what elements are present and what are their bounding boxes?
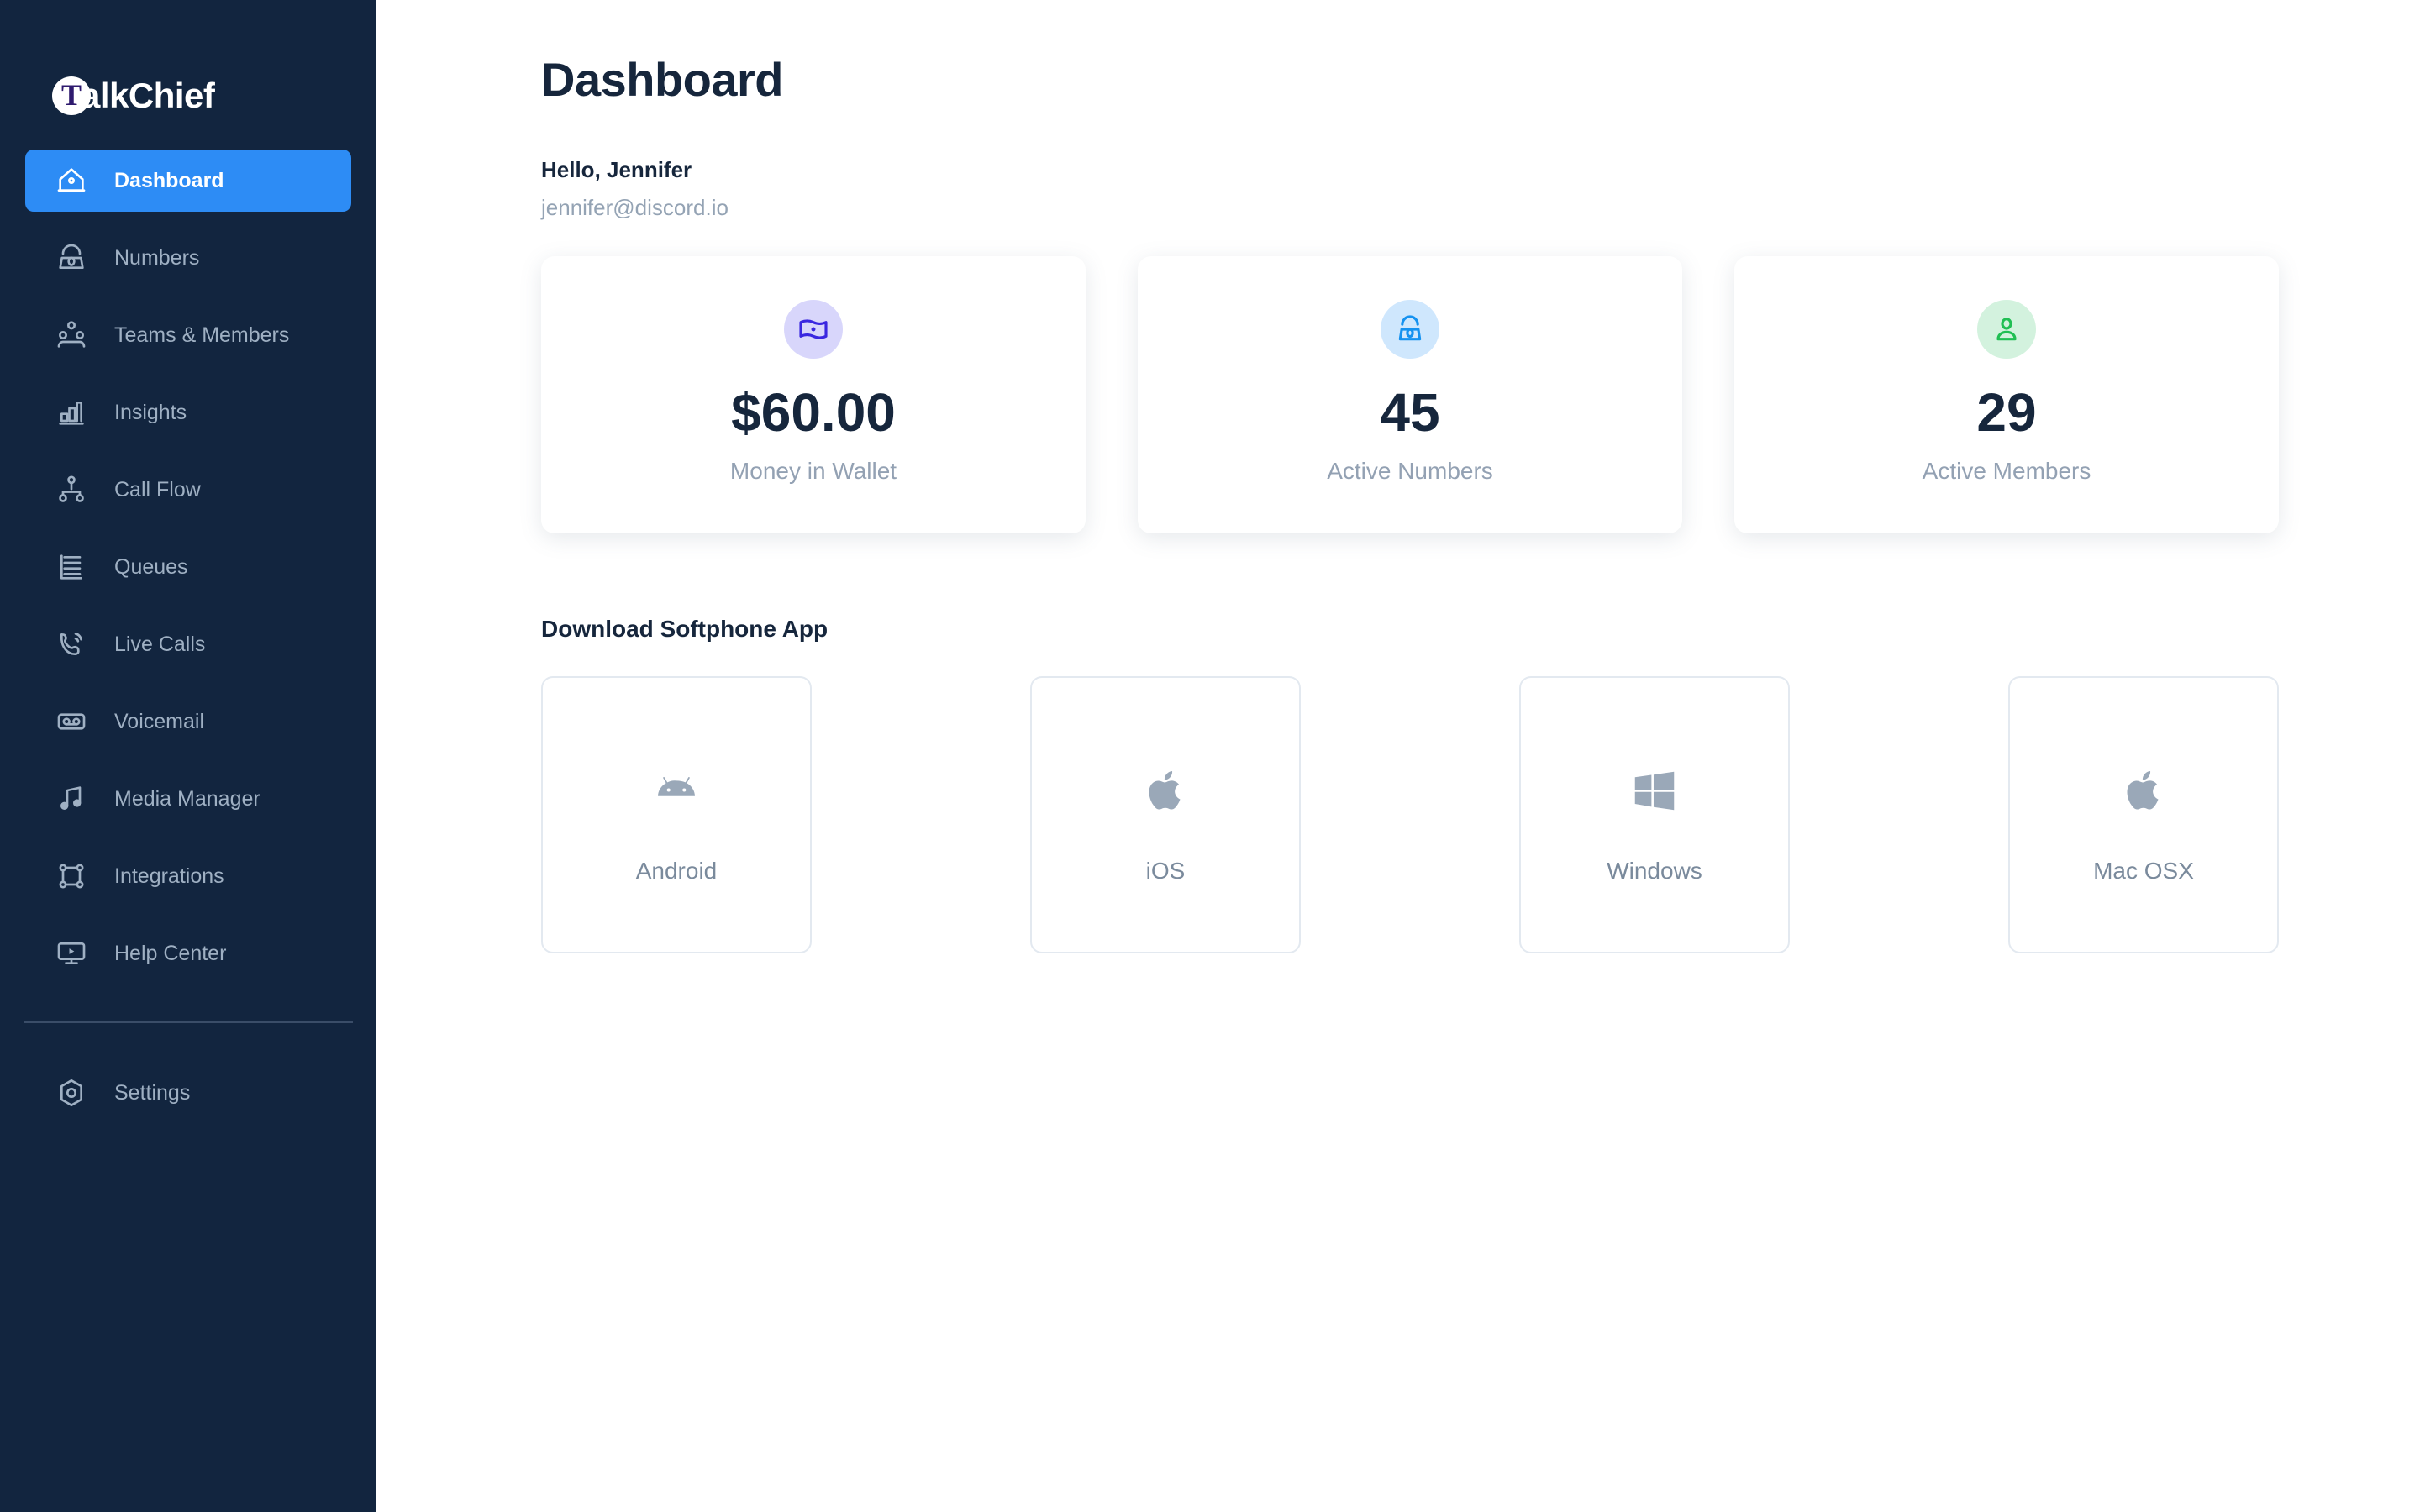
sidebar-item-settings[interactable]: Settings <box>25 1062 351 1124</box>
download-section-title: Download Softphone App <box>541 616 829 642</box>
stat-label: Active Numbers <box>1327 458 1493 484</box>
stat-value: 45 <box>1380 382 1440 443</box>
sidebar-item-media-manager[interactable]: Media Manager <box>25 768 351 830</box>
cassette-icon <box>52 702 91 741</box>
phone-ring-icon <box>52 625 91 664</box>
tile-label: iOS <box>1145 858 1186 884</box>
sidebar-item-label: Teams & Members <box>114 323 290 347</box>
stat-label: Money in Wallet <box>729 458 897 484</box>
home-icon <box>52 161 91 200</box>
sidebar-item-label: Dashboard <box>114 168 224 192</box>
sidebar-item-label: Voicemail <box>114 709 204 733</box>
main-content: Dashboard Hello, Jennifer jennifer@disco… <box>376 0 2420 1512</box>
sidebar-item-integrations[interactable]: Integrations <box>25 845 351 907</box>
gear-hex-icon <box>52 1074 91 1112</box>
sidebar-item-numbers[interactable]: Numbers <box>25 227 351 289</box>
logo-letter: T <box>60 78 82 112</box>
stat-value: $60.00 <box>731 382 896 443</box>
greeting-block: Hello, Jennifer jennifer@discord.io <box>541 157 2420 221</box>
download-tile-ios[interactable]: iOS <box>1030 676 1301 953</box>
stat-value: 29 <box>1976 382 2037 443</box>
sidebar: T alkChief Dashboard Numbers Teams & Mem… <box>0 0 376 1512</box>
flow-tree-icon <box>52 470 91 509</box>
windows-icon <box>1628 745 1681 836</box>
sidebar-nav: Dashboard Numbers Teams & Members Insigh… <box>0 150 376 1139</box>
app-root: T alkChief Dashboard Numbers Teams & Mem… <box>0 0 2420 1512</box>
telephone-icon <box>52 239 91 277</box>
stat-card-active-members: 29 Active Members <box>1734 256 2279 533</box>
sidebar-item-live-calls[interactable]: Live Calls <box>25 613 351 675</box>
download-tiles: Android iOS Windows Mac OSX <box>541 676 2420 953</box>
tile-label: Mac OSX <box>2093 858 2194 884</box>
tile-label: Android <box>635 858 718 884</box>
sidebar-item-teams-members[interactable]: Teams & Members <box>25 304 351 366</box>
sidebar-item-label: Call Flow <box>114 477 201 501</box>
sidebar-item-label: Queues <box>114 554 188 579</box>
sidebar-item-label: Live Calls <box>114 632 206 656</box>
android-icon <box>650 745 702 836</box>
list-tray-icon <box>52 548 91 586</box>
stat-card-active-numbers: 45 Active Numbers <box>1138 256 1682 533</box>
sidebar-item-label: Help Center <box>114 941 227 965</box>
greeting-email: jennifer@discord.io <box>541 195 729 220</box>
apple-icon <box>1139 745 1192 836</box>
greeting-name: Hello, Jennifer <box>541 157 692 182</box>
download-tile-windows[interactable]: Windows <box>1519 676 1790 953</box>
sidebar-item-label: Insights <box>114 400 187 424</box>
sidebar-item-voicemail[interactable]: Voicemail <box>25 690 351 753</box>
people-group-icon <box>52 316 91 354</box>
stat-card-money-in-wallet: $60.00 Money in Wallet <box>541 256 1086 533</box>
sidebar-item-label: Media Manager <box>114 786 260 811</box>
telephone-icon <box>1381 300 1439 359</box>
sidebar-item-label: Integrations <box>114 864 224 888</box>
bar-chart-icon <box>52 393 91 432</box>
banknote-icon <box>784 300 843 359</box>
sidebar-item-help-center[interactable]: Help Center <box>25 922 351 984</box>
brand-name: alkChief <box>81 76 215 115</box>
monitor-play-icon <box>52 934 91 973</box>
download-tile-mac-osx[interactable]: Mac OSX <box>2008 676 2279 953</box>
nodes-square-icon <box>52 857 91 895</box>
sidebar-item-dashboard[interactable]: Dashboard <box>25 150 351 212</box>
stat-cards: $60.00 Money in Wallet 45 Active Numbers <box>541 256 2420 533</box>
stat-label: Active Members <box>1922 458 2091 484</box>
brand-logo-area[interactable]: T alkChief <box>0 0 376 126</box>
page-title: Dashboard <box>541 53 784 106</box>
sidebar-nav-bottom: Settings <box>0 1062 376 1124</box>
sidebar-item-insights[interactable]: Insights <box>25 381 351 444</box>
sidebar-item-queues[interactable]: Queues <box>25 536 351 598</box>
sidebar-divider <box>24 1021 353 1023</box>
sidebar-item-label: Numbers <box>114 245 200 270</box>
apple-icon <box>2118 745 2170 836</box>
music-note-icon <box>52 780 91 818</box>
download-tile-android[interactable]: Android <box>541 676 812 953</box>
sidebar-item-label: Settings <box>114 1080 191 1105</box>
talkchief-logo-icon: T <box>52 76 91 115</box>
person-icon <box>1977 300 2036 359</box>
tile-label: Windows <box>1607 858 1702 884</box>
sidebar-item-call-flow[interactable]: Call Flow <box>25 459 351 521</box>
